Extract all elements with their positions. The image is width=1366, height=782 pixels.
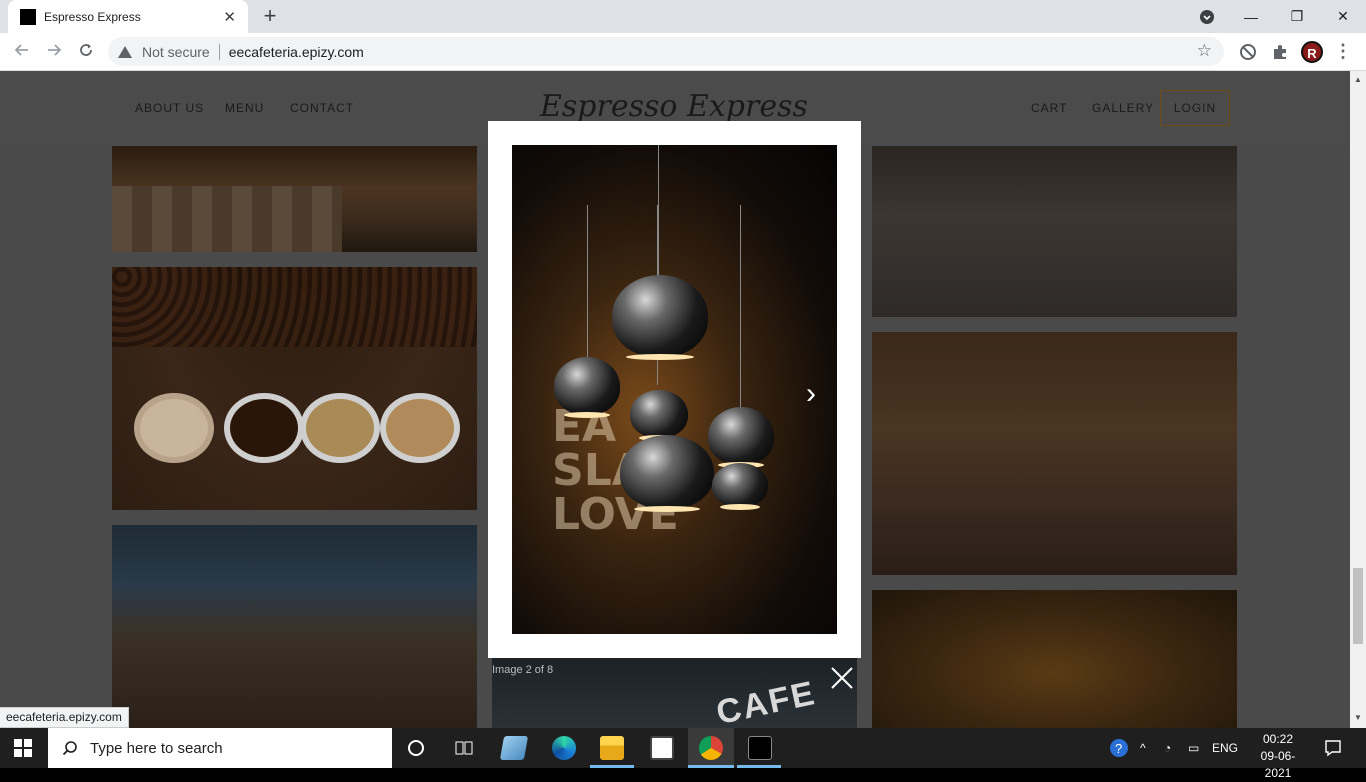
lamp-cord: [587, 205, 588, 365]
profile-avatar[interactable]: R: [1301, 41, 1323, 63]
notifications-icon[interactable]: [1324, 728, 1342, 768]
minimize-button[interactable]: —: [1228, 0, 1274, 33]
cup-graphic: [224, 393, 304, 463]
pendant-lamp: [630, 390, 688, 441]
extensions-puzzle-icon[interactable]: [1270, 42, 1290, 62]
scroll-up-icon[interactable]: ▲: [1354, 75, 1362, 84]
page-scrollbar[interactable]: ▲ ▼: [1350, 71, 1366, 728]
nav-gallery[interactable]: GALLERY: [1092, 101, 1154, 115]
cup-graphic: [300, 393, 380, 463]
terminal-app-icon[interactable]: [748, 736, 772, 760]
lightbox-close-icon[interactable]: [830, 666, 854, 690]
forward-arrow-icon: [48, 44, 62, 56]
omnibox-separator: [218, 43, 220, 60]
search-icon: [62, 741, 77, 756]
pendant-lamp: [554, 357, 620, 418]
url-text[interactable]: eecafeteria.epizy.com: [229, 44, 364, 60]
windows-taskbar: Type here to search ? ^ ◔ ▭ ENG 00:22 09…: [0, 728, 1366, 780]
gallery-image-coffee-cups[interactable]: [112, 267, 477, 510]
start-windows-icon[interactable]: [14, 739, 32, 757]
address-bar[interactable]: Not secure eecafeteria.epizy.com ☆: [108, 37, 1224, 66]
cup-graphic: [134, 393, 214, 463]
browser-toolbar: Not secure eecafeteria.epizy.com ☆: [0, 33, 1366, 71]
forward-button[interactable]: [42, 40, 66, 64]
favicon-icon: [20, 8, 36, 25]
nav-contact[interactable]: CONTACT: [290, 101, 354, 115]
warning-icon: [118, 45, 132, 58]
pendant-lamp: [612, 275, 708, 360]
lightbox-next-arrow-icon[interactable]: ›: [806, 377, 816, 411]
security-status[interactable]: Not secure: [142, 44, 210, 60]
task-view-icon[interactable]: [452, 736, 476, 760]
taskbar-search-box[interactable]: Type here to search: [48, 728, 392, 768]
nav-menu[interactable]: MENU: [225, 101, 264, 115]
scroll-thumb[interactable]: [1353, 568, 1363, 644]
gallery-image-cafe-counter[interactable]: [112, 146, 477, 252]
site-logo[interactable]: Espresso Express: [540, 89, 808, 124]
pendant-lamp: [712, 463, 768, 510]
edge-browser-icon[interactable]: [552, 736, 576, 760]
lightbox-image-pendant-lamps[interactable]: EA SLA LOVE: [512, 145, 837, 634]
new-tab-button[interactable]: +: [258, 4, 282, 28]
status-bar-link: eecafeteria.epizy.com: [0, 707, 129, 728]
clock-time: 00:22: [1262, 732, 1294, 746]
file-explorer-icon[interactable]: [600, 736, 624, 760]
reload-icon: [80, 44, 92, 56]
lamp-cord: [740, 205, 741, 415]
taskbar-clock[interactable]: 00:22 09-06-2021: [1250, 731, 1306, 782]
login-button[interactable]: LOGIN: [1160, 90, 1230, 126]
browser-tab[interactable]: Espresso Express ✕: [8, 0, 248, 33]
back-button[interactable]: [10, 40, 34, 64]
blocker-extension-icon[interactable]: [1238, 42, 1258, 62]
microsoft-store-icon[interactable]: [650, 736, 674, 760]
restore-button[interactable]: ❐: [1274, 0, 1320, 33]
svg-text:?: ?: [1115, 741, 1122, 756]
bookmark-star-icon[interactable]: ☆: [1197, 41, 1212, 61]
tab-search-button[interactable]: [1184, 0, 1230, 33]
battery-icon[interactable]: ▭: [1188, 728, 1199, 768]
tab-search-icon: [1200, 9, 1214, 24]
lightbox-caption: Image 2 of 8: [492, 664, 554, 676]
reload-button[interactable]: [74, 40, 98, 64]
help-tray-icon[interactable]: ?: [1108, 728, 1130, 768]
notification-bubble-icon: [1325, 740, 1341, 757]
cortana-icon[interactable]: [404, 736, 428, 760]
nav-about-us[interactable]: ABOUT US: [135, 101, 204, 115]
cup-graphic: [380, 393, 460, 463]
coffee-beans-graphic: [112, 267, 477, 347]
pendant-lamp: [708, 407, 774, 468]
nav-cart[interactable]: CART: [1031, 101, 1067, 115]
browser-title-bar: Espresso Express ✕ + — ❐ ✕: [0, 0, 1366, 33]
help-icon: ?: [1110, 739, 1128, 757]
browser-menu-icon[interactable]: ⋮: [1334, 41, 1352, 62]
scroll-down-icon[interactable]: ▼: [1354, 713, 1362, 722]
gallery-image-cafe-diners[interactable]: [872, 146, 1237, 317]
gallery-image-cafe-exterior[interactable]: [872, 590, 1237, 728]
tab-close-icon[interactable]: ✕: [223, 8, 236, 26]
back-arrow-icon: [14, 44, 28, 56]
show-hidden-icons-icon[interactable]: ^: [1140, 728, 1146, 768]
search-placeholder: Type here to search: [90, 739, 223, 757]
lamp-cord: [658, 145, 659, 280]
chrome-browser-icon[interactable]: [699, 736, 723, 760]
network-icon[interactable]: ◔: [1164, 728, 1171, 768]
pendant-lamp: [620, 435, 714, 512]
clock-date: 09-06-2021: [1260, 749, 1296, 780]
gallery-image-two-women[interactable]: [872, 332, 1237, 575]
tab-title: Espresso Express: [44, 9, 141, 24]
language-indicator[interactable]: ENG: [1212, 728, 1238, 768]
gallery-image-food-buffet[interactable]: [112, 525, 477, 728]
notepad-app-icon[interactable]: [499, 736, 529, 760]
close-window-button[interactable]: ✕: [1320, 0, 1366, 33]
